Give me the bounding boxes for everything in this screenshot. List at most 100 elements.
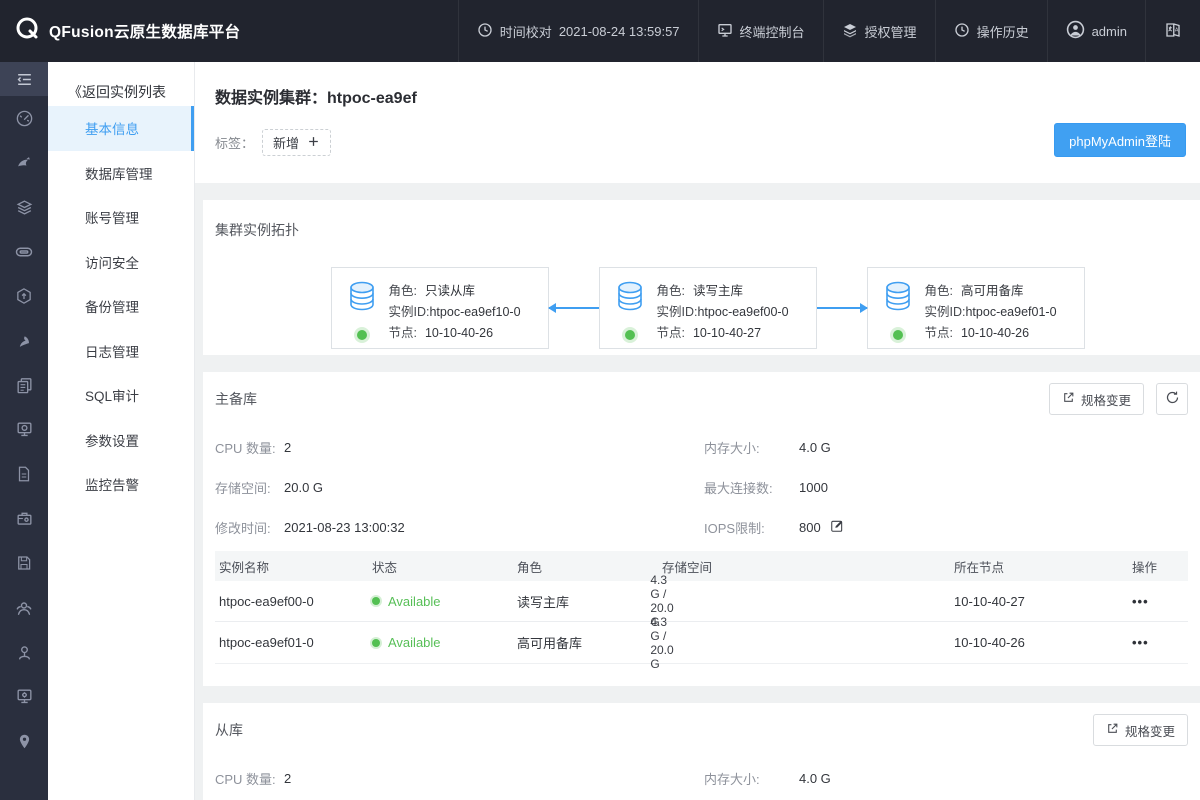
history-clock-icon — [954, 22, 970, 41]
svg-text:A: A — [1175, 27, 1179, 33]
sidebar-item-sql-audit[interactable]: SQL审计 — [48, 373, 194, 418]
sidebar-item-basic-info[interactable]: 基本信息 — [48, 106, 194, 151]
package-icon[interactable] — [0, 274, 48, 319]
app-window: QFusion云原生数据库平台 时间校对 2021-08-24 13:59:57… — [0, 0, 1200, 800]
row-actions-icon[interactable]: ••• — [1132, 635, 1149, 650]
sidebar-item-database-manage[interactable]: 数据库管理 — [48, 151, 194, 196]
topology-title: 集群实例拓扑 — [215, 220, 1200, 240]
kv-value: 4.0 G — [799, 771, 831, 786]
page-title: 数据实例集群：htpoc-ea9ef — [215, 84, 1200, 108]
icon-rail — [0, 62, 48, 800]
row-actions-icon[interactable]: ••• — [1132, 594, 1149, 609]
database-icon — [616, 281, 644, 316]
brand: QFusion云原生数据库平台 — [0, 16, 240, 47]
copy-docs-icon[interactable] — [0, 363, 48, 408]
status-badge: Available — [388, 635, 441, 650]
refresh-button[interactable] — [1156, 383, 1188, 415]
plus-icon — [307, 135, 320, 151]
operation-history-item[interactable]: 操作历史 — [935, 0, 1047, 62]
sidebar-item-backup-manage[interactable]: 备份管理 — [48, 284, 194, 329]
sidebar-item-account-manage[interactable]: 账号管理 — [48, 195, 194, 240]
add-tag-label: 新增 — [273, 133, 299, 152]
role-value: 读写主库 — [693, 284, 743, 298]
instance-role: 高可用备库 — [517, 633, 662, 652]
kv-label: 最大连接数: — [704, 478, 799, 497]
user-menu-item[interactable]: admin — [1047, 0, 1145, 62]
spec-change-button[interactable]: 规格变更 — [1049, 383, 1144, 415]
replication-arrow-right-icon — [817, 307, 867, 309]
node-label: 节点: — [925, 326, 953, 340]
auth-label: 授权管理 — [865, 22, 917, 41]
terminal-console-item[interactable]: 终端控制台 — [698, 0, 823, 62]
kv-label: 修改时间: — [215, 518, 284, 537]
cache-db-icon[interactable] — [0, 230, 48, 275]
sidebar-item-param-settings[interactable]: 参数设置 — [48, 418, 194, 463]
primary-section-title: 主备库 — [215, 389, 257, 409]
instance-node: 10-10-40-27 — [954, 594, 1132, 609]
kv-value: 4.0 G — [799, 440, 831, 455]
location-stand-icon[interactable] — [0, 630, 48, 675]
secondary-section-card: 从库 规格变更 CPU 数量: 2 内存大小: — [203, 703, 1200, 800]
auth-manage-item[interactable]: 授权管理 — [823, 0, 935, 62]
monitor-settings-icon[interactable] — [0, 675, 48, 720]
add-tag-button[interactable]: 新增 — [262, 129, 331, 156]
instance-role: 读写主库 — [517, 592, 662, 611]
language-switch-item[interactable]: A — [1145, 0, 1200, 62]
id-value: htpoc-ea9ef01-0 — [965, 305, 1056, 319]
id-label: 实例ID: — [657, 305, 698, 319]
mysql-icon[interactable] — [0, 141, 48, 186]
time-check-label: 时间校对 — [500, 22, 552, 41]
kv-label: IOPS限制: — [704, 518, 799, 537]
dashboard-icon[interactable] — [0, 96, 48, 141]
team-icon[interactable] — [0, 586, 48, 631]
id-label: 实例ID: — [389, 305, 430, 319]
top-bar: QFusion云原生数据库平台 时间校对 2021-08-24 13:59:57… — [0, 0, 1200, 62]
node-label: 节点: — [657, 326, 685, 340]
toolbox-icon[interactable] — [0, 497, 48, 542]
instance-table: 实例名称 状态 角色 存储空间 所在节点 操作 htpoc-ea9ef00-0 … — [215, 551, 1188, 664]
node-value: 10-10-40-27 — [693, 326, 761, 340]
time-check-item[interactable]: 时间校对 2021-08-24 13:59:57 — [458, 0, 698, 62]
clock-icon — [477, 22, 493, 41]
user-avatar-icon — [1066, 20, 1085, 42]
topology-diagram: 角色:只读从库 实例ID:htpoc-ea9ef10-0 节点:10-10-40… — [215, 267, 1200, 349]
sidebar-item-log-manage[interactable]: 日志管理 — [48, 329, 194, 374]
map-pin-icon[interactable] — [0, 719, 48, 764]
external-link-icon — [1106, 722, 1119, 738]
back-to-instance-list-link[interactable]: 《返回实例列表 — [48, 62, 194, 106]
table-row: htpoc-ea9ef00-0 Available 读写主库 4.3 G / 2… — [215, 581, 1188, 622]
kv-label: CPU 数量: — [215, 438, 284, 457]
sidebar-item-monitor-alert[interactable]: 监控告警 — [48, 462, 194, 507]
save-icon[interactable] — [0, 541, 48, 586]
role-value: 高可用备库 — [961, 284, 1024, 298]
role-label: 角色: — [657, 284, 685, 298]
phpmyadmin-login-button[interactable]: phpMyAdmin登陆 — [1054, 123, 1186, 157]
id-value: htpoc-ea9ef10-0 — [429, 305, 520, 319]
collapse-menu-icon[interactable] — [0, 62, 48, 96]
kv-label: 存储空间: — [215, 478, 284, 497]
status-dot — [372, 597, 380, 605]
external-link-icon — [1062, 391, 1075, 407]
secondary-kv-list: CPU 数量: 2 内存大小: 4.0 G — [215, 758, 1188, 798]
tag-label: 标签： — [215, 133, 254, 152]
topbar-menu: 时间校对 2021-08-24 13:59:57 终端控制台 授权管理 操作历史… — [458, 0, 1200, 62]
table-row: htpoc-ea9ef01-0 Available 高可用备库 4.3 G / … — [215, 622, 1188, 663]
edit-iops-icon[interactable] — [830, 519, 844, 536]
sidebar-item-access-security[interactable]: 访问安全 — [48, 240, 194, 285]
col-header-actions: 操作 — [1132, 557, 1188, 576]
terminal-label: 终端控制台 — [740, 22, 805, 41]
kv-value: 800 — [799, 520, 821, 535]
display-icon[interactable] — [0, 408, 48, 453]
bird-icon[interactable] — [0, 319, 48, 364]
kv-value: 2 — [284, 440, 704, 455]
instance-name: htpoc-ea9ef01-0 — [215, 635, 372, 650]
layers-icon[interactable] — [0, 185, 48, 230]
status-badge: Available — [388, 594, 441, 609]
id-value: htpoc-ea9ef00-0 — [697, 305, 788, 319]
time-value: 2021-08-24 13:59:57 — [559, 24, 680, 39]
main-content: 数据实例集群：htpoc-ea9ef 标签： 新增 phpMyAdmin登陆 集… — [195, 62, 1200, 800]
refresh-icon — [1165, 390, 1180, 408]
document-icon[interactable] — [0, 452, 48, 497]
database-icon — [884, 281, 912, 316]
spec-change-button-secondary[interactable]: 规格变更 — [1093, 714, 1188, 746]
